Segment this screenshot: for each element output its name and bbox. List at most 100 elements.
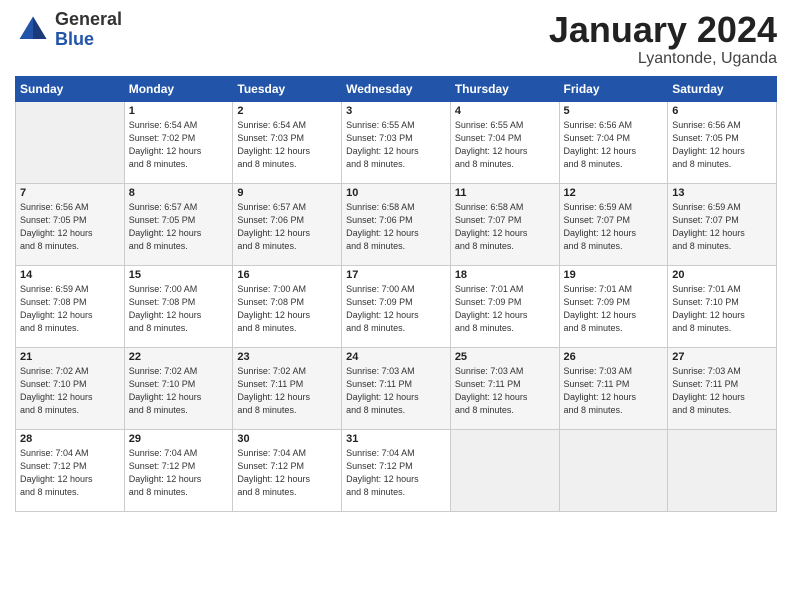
calendar-cell: 11 Sunrise: 6:58 AM Sunset: 7:07 PM Dayli…: [450, 183, 559, 265]
day-info: Sunrise: 7:04 AM Sunset: 7:12 PM Dayligh…: [237, 447, 337, 499]
day-number: 20: [672, 269, 772, 281]
calendar-cell: 17 Sunrise: 7:00 AM Sunset: 7:09 PM Dayli…: [342, 265, 451, 347]
calendar-cell: 7 Sunrise: 6:56 AM Sunset: 7:05 PM Daylig…: [16, 183, 125, 265]
calendar-cell: 9Sunrise: 6:57 AM Sunset: 7:06 PM Daylig…: [233, 183, 342, 265]
day-info: Sunrise: 7:00 AM Sunset: 7:08 PM Dayligh…: [237, 283, 337, 335]
calendar-cell: 31 Sunrise: 7:04 AM Sunset: 7:12 PM Dayli…: [342, 429, 451, 511]
day-info: Sunrise: 6:56 AM Sunset: 7:05 PM Dayligh…: [20, 201, 120, 253]
col-monday: Monday: [124, 76, 233, 101]
day-number: 9: [237, 187, 337, 199]
day-number: 29: [129, 433, 229, 445]
day-info: Sunrise: 7:01 AM Sunset: 7:09 PM Dayligh…: [564, 283, 664, 335]
logo-blue: Blue: [55, 30, 122, 50]
col-tuesday: Tuesday: [233, 76, 342, 101]
day-info: Sunrise: 7:03 AM Sunset: 7:11 PM Dayligh…: [346, 365, 446, 417]
logo: General Blue: [15, 10, 122, 50]
day-number: 28: [20, 433, 120, 445]
calendar-cell: 2 Sunrise: 6:54 AM Sunset: 7:03 PM Daylig…: [233, 101, 342, 183]
day-info: Sunrise: 6:59 AM Sunset: 7:08 PM Dayligh…: [20, 283, 120, 335]
col-saturday: Saturday: [668, 76, 777, 101]
col-sunday: Sunday: [16, 76, 125, 101]
calendar-subtitle: Lyantonde, Uganda: [549, 50, 777, 68]
day-number: 22: [129, 351, 229, 363]
week-row-5: 28 Sunrise: 7:04 AM Sunset: 7:12 PM Dayli…: [16, 429, 777, 511]
day-info: Sunrise: 7:03 AM Sunset: 7:11 PM Dayligh…: [672, 365, 772, 417]
day-number: 7: [20, 187, 120, 199]
day-info: Sunrise: 7:00 AM Sunset: 7:09 PM Dayligh…: [346, 283, 446, 335]
day-info: Sunrise: 7:01 AM Sunset: 7:10 PM Dayligh…: [672, 283, 772, 335]
day-info: Sunrise: 6:59 AM Sunset: 7:07 PM Dayligh…: [564, 201, 664, 253]
day-info: Sunrise: 7:00 AM Sunset: 7:08 PM Dayligh…: [129, 283, 229, 335]
calendar-cell: 29 Sunrise: 7:04 AM Sunset: 7:12 PM Dayli…: [124, 429, 233, 511]
day-info: Sunrise: 6:56 AM Sunset: 7:04 PM Dayligh…: [564, 119, 664, 171]
week-row-2: 7 Sunrise: 6:56 AM Sunset: 7:05 PM Daylig…: [16, 183, 777, 265]
day-info: Sunrise: 7:03 AM Sunset: 7:11 PM Dayligh…: [564, 365, 664, 417]
calendar-cell: 4Sunrise: 6:55 AM Sunset: 7:04 PM Daylig…: [450, 101, 559, 183]
calendar-cell: [16, 101, 125, 183]
logo-icon: [15, 12, 51, 48]
day-number: 6: [672, 105, 772, 117]
day-number: 2: [237, 105, 337, 117]
calendar-cell: 30 Sunrise: 7:04 AM Sunset: 7:12 PM Dayli…: [233, 429, 342, 511]
day-info: Sunrise: 7:04 AM Sunset: 7:12 PM Dayligh…: [20, 447, 120, 499]
day-info: Sunrise: 6:58 AM Sunset: 7:06 PM Dayligh…: [346, 201, 446, 253]
week-row-3: 14Sunrise: 6:59 AM Sunset: 7:08 PM Dayli…: [16, 265, 777, 347]
day-number: 18: [455, 269, 555, 281]
day-number: 17: [346, 269, 446, 281]
day-info: Sunrise: 6:54 AM Sunset: 7:02 PM Dayligh…: [129, 119, 229, 171]
day-number: 13: [672, 187, 772, 199]
calendar-cell: 14Sunrise: 6:59 AM Sunset: 7:08 PM Dayli…: [16, 265, 125, 347]
week-row-4: 21Sunrise: 7:02 AM Sunset: 7:10 PM Dayli…: [16, 347, 777, 429]
calendar-cell: 27Sunrise: 7:03 AM Sunset: 7:11 PM Dayli…: [668, 347, 777, 429]
calendar-cell: 19 Sunrise: 7:01 AM Sunset: 7:09 PM Dayli…: [559, 265, 668, 347]
day-number: 11: [455, 187, 555, 199]
calendar-cell: [559, 429, 668, 511]
day-number: 10: [346, 187, 446, 199]
day-number: 26: [564, 351, 664, 363]
day-info: Sunrise: 7:02 AM Sunset: 7:11 PM Dayligh…: [237, 365, 337, 417]
calendar-cell: 10 Sunrise: 6:58 AM Sunset: 7:06 PM Dayli…: [342, 183, 451, 265]
day-number: 3: [346, 105, 446, 117]
day-number: 16: [237, 269, 337, 281]
day-number: 8: [129, 187, 229, 199]
day-info: Sunrise: 7:02 AM Sunset: 7:10 PM Dayligh…: [129, 365, 229, 417]
logo-text: General Blue: [55, 10, 122, 50]
calendar-cell: 8 Sunrise: 6:57 AM Sunset: 7:05 PM Daylig…: [124, 183, 233, 265]
day-info: Sunrise: 7:04 AM Sunset: 7:12 PM Dayligh…: [129, 447, 229, 499]
day-info: Sunrise: 7:04 AM Sunset: 7:12 PM Dayligh…: [346, 447, 446, 499]
day-info: Sunrise: 6:54 AM Sunset: 7:03 PM Dayligh…: [237, 119, 337, 171]
day-number: 4: [455, 105, 555, 117]
calendar-cell: 26 Sunrise: 7:03 AM Sunset: 7:11 PM Dayli…: [559, 347, 668, 429]
day-number: 30: [237, 433, 337, 445]
day-info: Sunrise: 7:02 AM Sunset: 7:10 PM Dayligh…: [20, 365, 120, 417]
calendar-cell: 28 Sunrise: 7:04 AM Sunset: 7:12 PM Dayli…: [16, 429, 125, 511]
calendar-cell: 21Sunrise: 7:02 AM Sunset: 7:10 PM Dayli…: [16, 347, 125, 429]
calendar-cell: 1Sunrise: 6:54 AM Sunset: 7:02 PM Daylig…: [124, 101, 233, 183]
calendar-cell: 23 Sunrise: 7:02 AM Sunset: 7:11 PM Dayli…: [233, 347, 342, 429]
calendar-cell: 3Sunrise: 6:55 AM Sunset: 7:03 PM Daylig…: [342, 101, 451, 183]
day-info: Sunrise: 6:58 AM Sunset: 7:07 PM Dayligh…: [455, 201, 555, 253]
col-friday: Friday: [559, 76, 668, 101]
calendar-cell: [668, 429, 777, 511]
calendar-table: Sunday Monday Tuesday Wednesday Thursday…: [15, 76, 777, 512]
calendar-cell: 12 Sunrise: 6:59 AM Sunset: 7:07 PM Dayli…: [559, 183, 668, 265]
calendar-cell: 13 Sunrise: 6:59 AM Sunset: 7:07 PM Dayli…: [668, 183, 777, 265]
calendar-cell: 20 Sunrise: 7:01 AM Sunset: 7:10 PM Dayli…: [668, 265, 777, 347]
calendar-title: January 2024: [549, 10, 777, 50]
day-number: 24: [346, 351, 446, 363]
day-number: 19: [564, 269, 664, 281]
day-info: Sunrise: 6:56 AM Sunset: 7:05 PM Dayligh…: [672, 119, 772, 171]
day-number: 23: [237, 351, 337, 363]
calendar-cell: 22 Sunrise: 7:02 AM Sunset: 7:10 PM Dayli…: [124, 347, 233, 429]
day-info: Sunrise: 7:01 AM Sunset: 7:09 PM Dayligh…: [455, 283, 555, 335]
day-number: 12: [564, 187, 664, 199]
calendar-cell: 16 Sunrise: 7:00 AM Sunset: 7:08 PM Dayli…: [233, 265, 342, 347]
calendar-cell: 15Sunrise: 7:00 AM Sunset: 7:08 PM Dayli…: [124, 265, 233, 347]
calendar-cell: 25Sunrise: 7:03 AM Sunset: 7:11 PM Dayli…: [450, 347, 559, 429]
logo-general: General: [55, 10, 122, 30]
day-number: 31: [346, 433, 446, 445]
day-info: Sunrise: 7:03 AM Sunset: 7:11 PM Dayligh…: [455, 365, 555, 417]
calendar-cell: [450, 429, 559, 511]
day-info: Sunrise: 6:59 AM Sunset: 7:07 PM Dayligh…: [672, 201, 772, 253]
day-info: Sunrise: 6:57 AM Sunset: 7:05 PM Dayligh…: [129, 201, 229, 253]
